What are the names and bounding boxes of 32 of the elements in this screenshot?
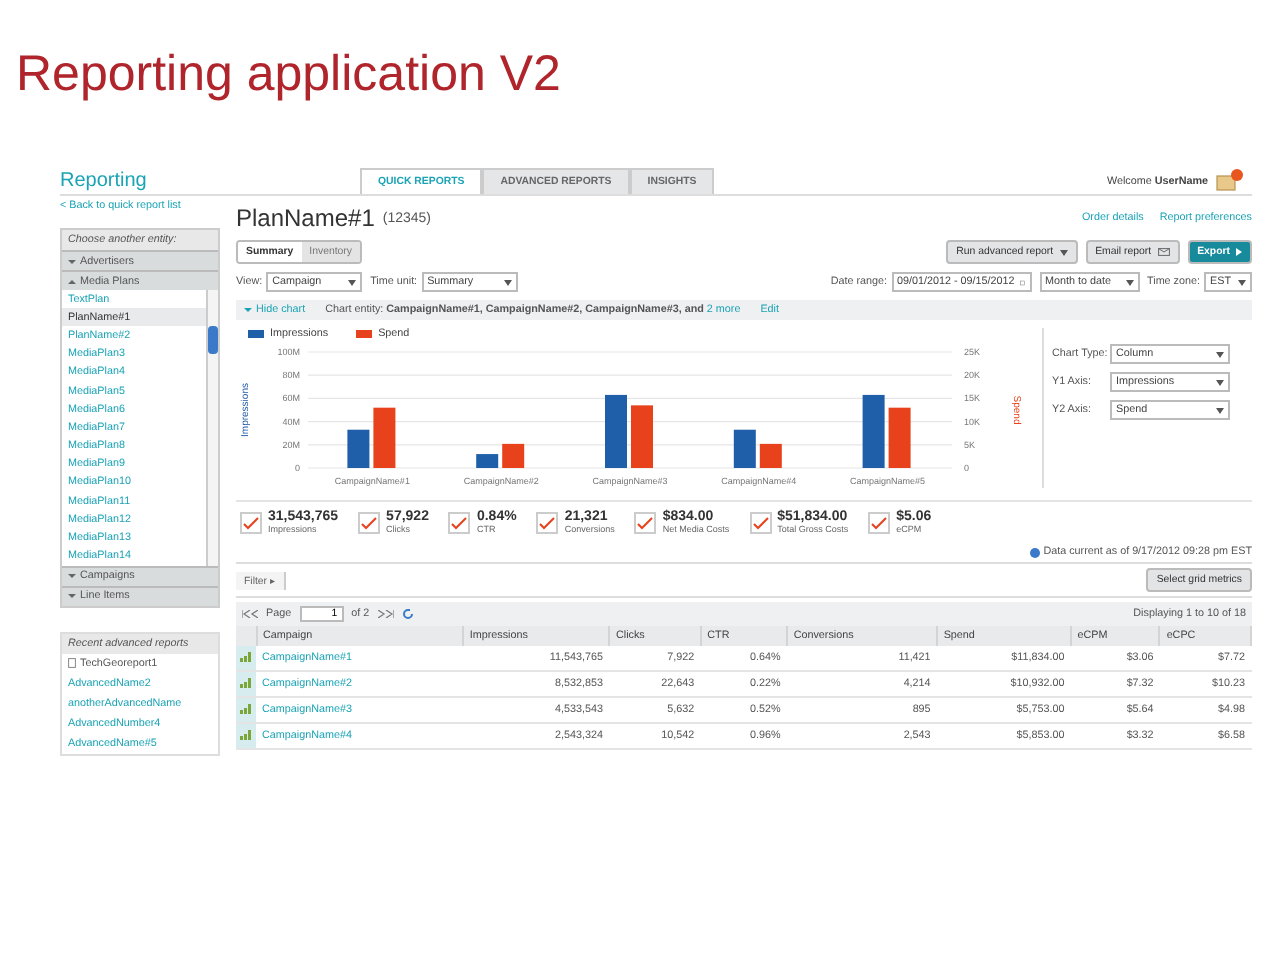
bar — [888, 407, 911, 468]
slide-title: Reporting application V2 — [16, 44, 563, 104]
caret-icon — [503, 279, 512, 285]
info-icon — [1029, 547, 1040, 557]
caret-icon — [1059, 249, 1068, 255]
bar — [476, 454, 499, 468]
bar — [373, 407, 396, 468]
refresh-icon[interactable] — [401, 608, 414, 620]
caret-icon — [1216, 407, 1224, 413]
app-logo: Reporting — [60, 170, 149, 194]
bar-chart-icon[interactable] — [240, 703, 252, 713]
caret-icon — [1238, 279, 1246, 285]
bar-chart-icon[interactable] — [240, 651, 252, 661]
last-page-icon[interactable] — [377, 610, 394, 618]
caret-icon — [348, 279, 357, 285]
bar-chart-icon[interactable] — [240, 677, 252, 687]
caret-icon — [1125, 279, 1134, 285]
bar — [631, 405, 653, 468]
bar — [502, 443, 525, 468]
caret-icon — [1216, 351, 1224, 357]
first-page-icon[interactable] — [242, 610, 258, 618]
bar — [347, 429, 370, 468]
scrollbar[interactable] — [206, 290, 218, 566]
caret-icon — [1216, 379, 1224, 385]
bar — [605, 394, 627, 468]
bar-chart-icon[interactable] — [240, 729, 252, 739]
bar — [733, 429, 756, 468]
bar — [759, 443, 782, 468]
document-icon — [68, 658, 76, 669]
play-icon — [1236, 248, 1242, 256]
bar — [862, 394, 885, 468]
plan-title: PlanName#1 — [236, 204, 375, 232]
